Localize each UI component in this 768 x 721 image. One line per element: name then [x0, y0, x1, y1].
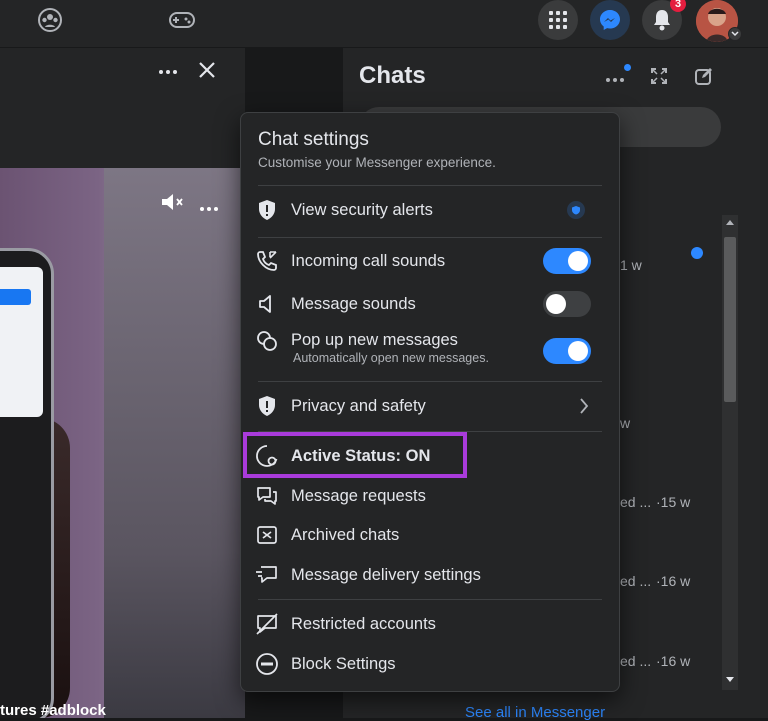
archive-icon	[255, 523, 279, 547]
chats-title: Chats	[359, 62, 426, 89]
shield-alert-icon	[255, 198, 279, 222]
menu-grid-button[interactable]	[538, 0, 578, 40]
video-header	[0, 48, 245, 168]
close-icon[interactable]	[198, 61, 216, 84]
video-more-icon[interactable]	[199, 199, 219, 217]
pop-up-new-messages-toggle[interactable]	[543, 338, 591, 364]
message-sounds-item[interactable]: Message sounds	[255, 286, 605, 322]
chat-time: w	[620, 415, 631, 431]
phone-call-icon	[255, 249, 279, 273]
delivery-icon	[255, 563, 279, 587]
gaming-icon[interactable]	[166, 4, 198, 36]
notification-badge: 3	[670, 0, 686, 12]
incoming-call-sounds-toggle[interactable]	[543, 248, 591, 274]
top-navigation-bar: 3	[0, 0, 768, 47]
block-icon	[255, 652, 279, 676]
chat-snippet: ed ...	[620, 494, 652, 510]
chat-snippet: ed ...	[620, 653, 652, 669]
divider	[258, 381, 602, 382]
item-label: Pop up new messages	[291, 331, 458, 349]
incoming-call-sounds-item[interactable]: Incoming call sounds	[255, 243, 605, 279]
notifications-button[interactable]: 3	[642, 0, 686, 40]
phone-image	[0, 248, 54, 718]
chat-time: 1 w	[620, 257, 642, 273]
pop-up-new-messages-item[interactable]: Pop up new messages Automatically open n…	[255, 323, 605, 373]
message-requests-item[interactable]: Message requests	[255, 478, 605, 514]
view-security-alerts-item[interactable]: View security alerts	[255, 192, 605, 228]
restricted-icon	[255, 612, 279, 636]
chats-scrollbar[interactable]	[722, 215, 738, 690]
divider	[258, 237, 602, 238]
messenger-icon	[600, 10, 620, 30]
scroll-down-icon[interactable]	[726, 677, 734, 682]
popup-subtitle: Customise your Messenger experience.	[258, 155, 496, 170]
popup-title: Chat settings	[258, 129, 369, 150]
chat-snippet: ed ...	[620, 573, 652, 589]
chats-options-icon[interactable]	[605, 64, 631, 88]
divider	[258, 185, 602, 186]
video-panel	[0, 48, 245, 718]
chat-settings-popup: Chat settings Customise your Messenger e…	[240, 112, 620, 692]
chat-time: ·16 w	[656, 573, 691, 589]
item-label: Restricted accounts	[291, 614, 436, 633]
message-delivery-settings-item[interactable]: Message delivery settings	[255, 557, 605, 593]
video-player[interactable]	[0, 168, 245, 718]
scroll-thumb[interactable]	[724, 237, 736, 402]
chevron-right-icon	[579, 398, 589, 419]
expand-icon[interactable]	[651, 68, 667, 89]
item-label: Block Settings	[291, 654, 396, 673]
groups-icon[interactable]	[34, 4, 66, 36]
item-description: Automatically open new messages.	[293, 351, 489, 365]
active-status-highlight	[243, 432, 467, 478]
scroll-up-icon[interactable]	[726, 220, 734, 225]
message-requests-icon	[255, 484, 279, 508]
speaker-icon	[255, 292, 279, 316]
item-label: Incoming call sounds	[291, 251, 446, 270]
message-sounds-toggle[interactable]	[543, 291, 591, 317]
item-label: View security alerts	[291, 200, 433, 219]
privacy-and-safety-item[interactable]: Privacy and safety	[255, 388, 605, 424]
security-status-icon	[567, 201, 585, 219]
new-message-icon[interactable]	[695, 67, 713, 90]
block-settings-item[interactable]: Block Settings	[255, 646, 605, 682]
unread-dot	[624, 64, 631, 71]
more-options-icon[interactable]	[158, 62, 178, 80]
messenger-button[interactable]	[590, 0, 630, 40]
unread-indicator	[691, 247, 703, 259]
archived-chats-item[interactable]: Archived chats	[255, 517, 605, 553]
shield-icon	[255, 394, 279, 418]
mute-icon[interactable]	[160, 192, 186, 217]
grid-icon	[549, 11, 567, 29]
item-label: Privacy and safety	[291, 396, 426, 415]
restricted-accounts-item[interactable]: Restricted accounts	[255, 606, 605, 642]
bell-icon	[654, 10, 670, 31]
item-label: Message delivery settings	[291, 565, 481, 584]
divider	[258, 599, 602, 600]
chat-time: ·16 w	[656, 653, 691, 669]
see-all-link[interactable]: See all in Messenger	[465, 704, 605, 721]
account-chevron-icon[interactable]	[728, 27, 742, 41]
item-label: Archived chats	[291, 525, 400, 544]
bubbles-icon	[255, 329, 279, 353]
chat-time: ·15 w	[656, 494, 691, 510]
item-label: Message requests	[291, 486, 426, 505]
video-caption: tures #adblock	[0, 702, 106, 719]
item-label: Message sounds	[291, 294, 416, 313]
